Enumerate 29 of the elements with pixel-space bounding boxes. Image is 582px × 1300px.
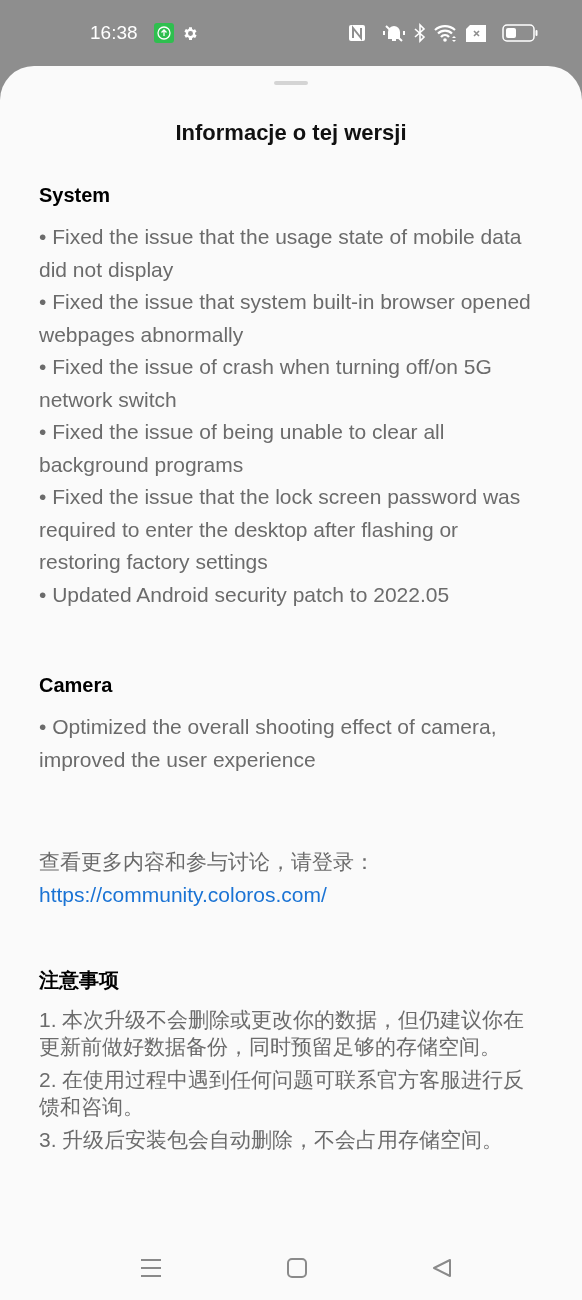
battery-icon xyxy=(502,24,538,42)
home-icon[interactable] xyxy=(287,1258,307,1278)
mute-icon xyxy=(382,23,406,43)
section-heading: Camera xyxy=(39,673,114,698)
settings-icon xyxy=(181,24,199,42)
status-time: 16:38 xyxy=(90,20,138,45)
changelog-item: • Optimized the overall shooting effect of camera, improved the user experience xyxy=(39,714,498,773)
changelog-item: • Updated Android security patch to 2022.05 xyxy=(39,581,451,608)
bluetooth-icon xyxy=(414,23,426,43)
changelog-item: • Fixed the issue that the lock screen password was required to enter the desktop after flashing or restoring factory settings xyxy=(39,484,522,575)
section-heading: System xyxy=(39,183,112,208)
notice-item: 3. 升级后安装包会自动删除，不会占用存储空间。 xyxy=(39,1127,505,1153)
changelog-item: • Fixed the issue that the usage state of mobile data did not display xyxy=(39,224,523,283)
sheet-title: Informacje o tej wersji xyxy=(174,119,408,147)
changelog-item: • Fixed the issue of crash when turning off/on 5G network switch xyxy=(39,354,493,413)
notice-item: 1. 本次升级不会删除或更改你的数据，但仍建议你在更新前做好数据备份，同时预留足够的存储空间。 xyxy=(39,1007,526,1060)
changelog-item: • Fixed the issue of being unable to clear all background programs xyxy=(39,419,446,478)
nfc-icon xyxy=(348,24,366,42)
menu-icon[interactable] xyxy=(140,1258,162,1278)
no-sim-icon xyxy=(466,24,486,42)
section-heading: 注意事项 xyxy=(39,968,120,993)
login-prompt: 查看更多内容和参与讨论，请登录： xyxy=(39,849,376,875)
drag-handle[interactable] xyxy=(274,81,308,85)
back-icon[interactable] xyxy=(432,1258,452,1278)
notice-item: 2. 在使用过程中遇到任何问题可联系官方客服进行反馈和咨询。 xyxy=(39,1067,526,1120)
community-link[interactable]: https://community.coloros.com/ xyxy=(39,882,327,906)
wifi-icon xyxy=(434,23,458,43)
upload-icon xyxy=(153,23,174,43)
changelog-item: • Fixed the issue that system built-in browser opened webpages abnormally xyxy=(39,289,532,348)
